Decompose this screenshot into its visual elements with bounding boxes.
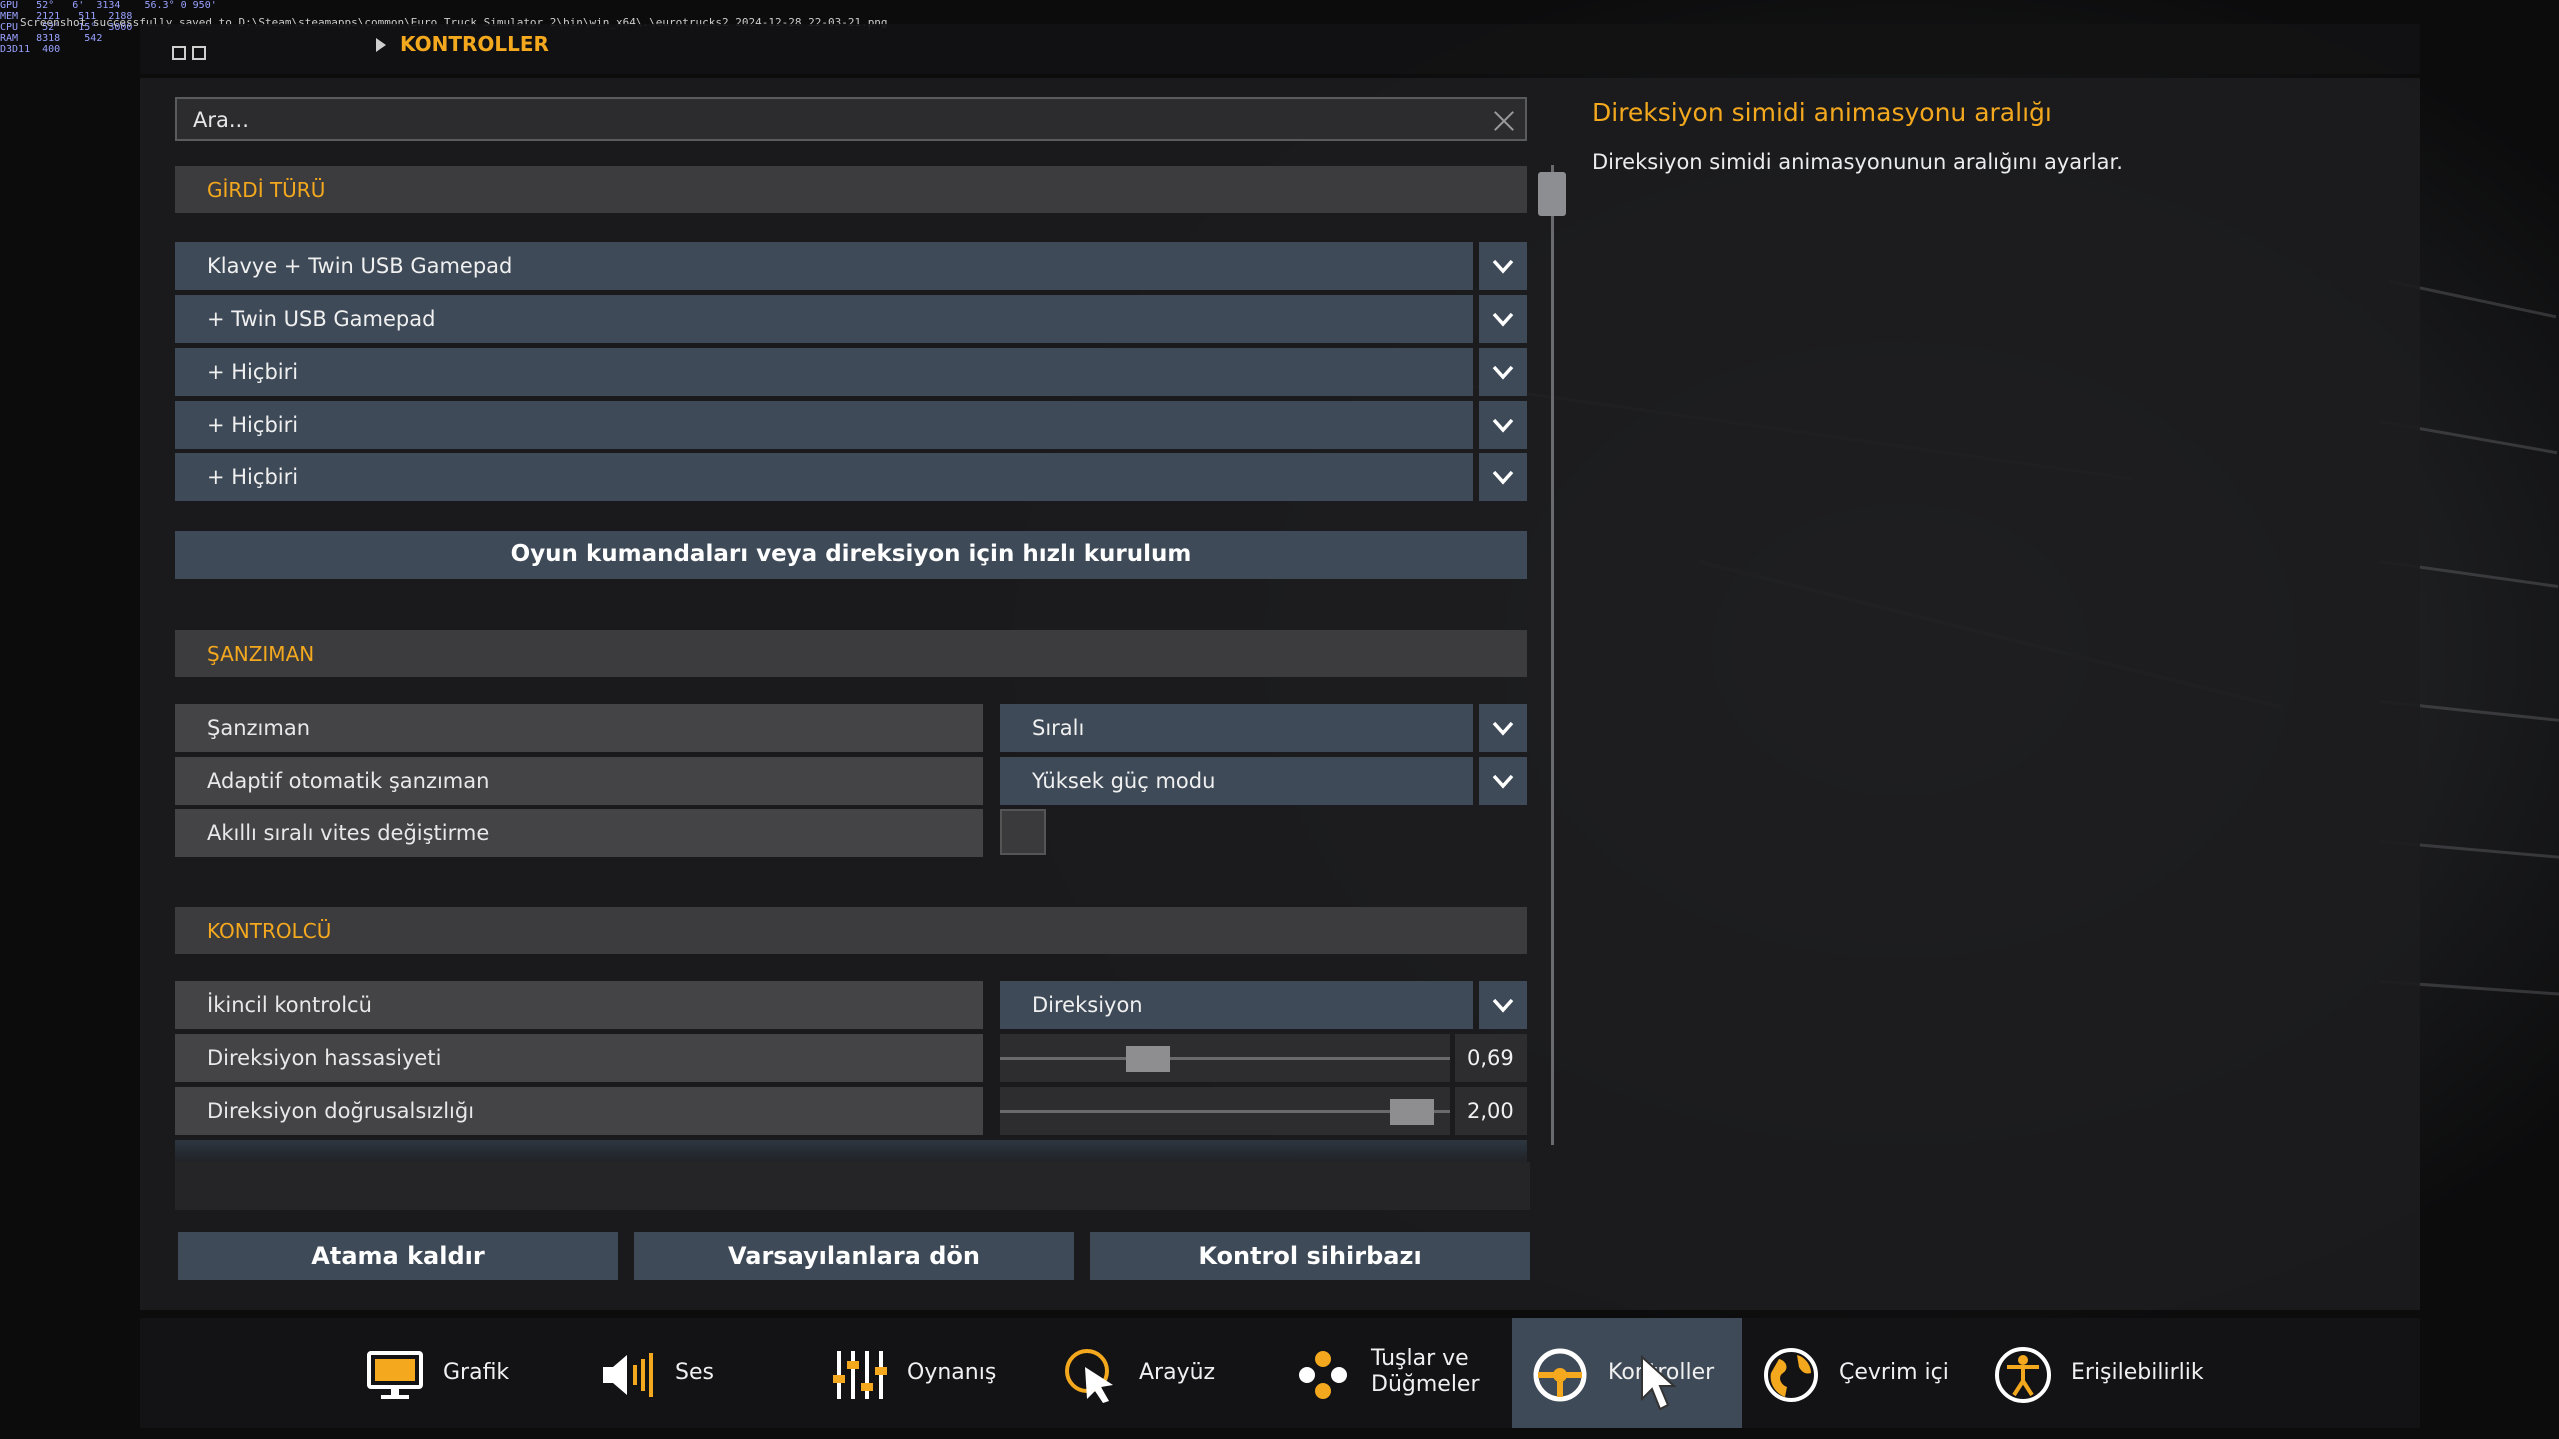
input-device-label: + Twin USB Gamepad: [207, 307, 436, 331]
section-header-controller: KONTROLCÜ: [175, 907, 1527, 954]
globe-icon: [1764, 1348, 1818, 1402]
accessibility-icon: [1995, 1347, 2051, 1403]
setting-label: Akıllı sıralı vites değiştirme: [207, 821, 490, 845]
nav-item-sound[interactable]: Ses: [597, 1318, 827, 1428]
nonlinearity-value: 2,00: [1455, 1087, 1527, 1135]
chevron-down-icon: [1492, 418, 1514, 433]
setting-label: Şanzıman: [207, 716, 311, 740]
slider-handle[interactable]: [1390, 1099, 1434, 1125]
input-device-row[interactable]: Klavye + Twin USB Gamepad: [175, 242, 1527, 290]
setting-label: Adaptif otomatik şanzıman: [207, 769, 490, 793]
steering-wheel-icon: [1533, 1348, 1587, 1402]
setting-row-transmission: Şanzıman Sıralı: [175, 704, 1527, 752]
nav-item-accessibility[interactable]: Erişilebilirlik: [1993, 1318, 2223, 1428]
help-title: Direksiyon simidi animasyonu aralığı: [1592, 98, 2052, 127]
nonlinearity-slider[interactable]: [1000, 1087, 1450, 1135]
top-bar: KONTROLLER: [140, 24, 2420, 74]
sensitivity-slider[interactable]: [1000, 1034, 1450, 1082]
speaker-icon: [603, 1353, 653, 1397]
slider-handle[interactable]: [1126, 1046, 1170, 1072]
setting-row-smart-shifting: Akıllı sıralı vites değiştirme: [175, 809, 983, 857]
setting-label: Direksiyon doğrusalsızlığı: [207, 1099, 475, 1123]
chevron-down-icon: [1492, 998, 1514, 1013]
setting-row-sensitivity: Direksiyon hassasiyeti: [175, 1034, 983, 1082]
input-device-row[interactable]: + Hiçbiri: [175, 401, 1527, 449]
nav-item-interface[interactable]: Arayüz: [1061, 1318, 1291, 1428]
quick-setup-button[interactable]: Oyun kumandaları veya direksiyon için hı…: [175, 531, 1527, 579]
setting-row-nonlinearity: Direksiyon doğrusalsızlığı: [175, 1087, 983, 1135]
nav-item-controls[interactable]: Kontroller: [1512, 1318, 1742, 1428]
buttons-icon: [1299, 1351, 1347, 1399]
unbind-button[interactable]: Atama kaldır: [178, 1232, 618, 1280]
breadcrumb-arrow-icon: [376, 38, 386, 52]
dropdown-button[interactable]: [1479, 242, 1527, 290]
chevron-down-icon: [1492, 312, 1514, 327]
chevron-down-icon: [1492, 365, 1514, 380]
scrollbar-thumb[interactable]: [1538, 172, 1566, 216]
section-header-transmission: ŞANZIMAN: [175, 630, 1527, 677]
restore-defaults-button[interactable]: Varsayılanlara dön: [634, 1232, 1074, 1280]
chevron-down-icon: [1492, 721, 1514, 736]
chevron-down-icon: [1492, 470, 1514, 485]
mouse-cursor-icon: [1641, 1355, 1677, 1411]
breadcrumb: KONTROLLER: [400, 32, 549, 56]
setting-row-secondary-controller: İkincil kontrolcü Direksiyon: [175, 981, 1527, 1029]
secondary-controller-select[interactable]: Direksiyon: [1000, 981, 1473, 1029]
monitor-icon: [367, 1351, 423, 1399]
search-placeholder: Ara...: [193, 108, 249, 132]
dropdown-button[interactable]: [1479, 757, 1527, 805]
nav-item-graphics[interactable]: Grafik: [365, 1318, 595, 1428]
dropdown-button[interactable]: [1479, 453, 1527, 501]
dropdown-button[interactable]: [1479, 704, 1527, 752]
dropdown-button[interactable]: [1479, 348, 1527, 396]
nav-item-keys-buttons[interactable]: Tuşlar ve Düğmeler: [1293, 1318, 1523, 1428]
chevron-down-icon: [1492, 259, 1514, 274]
input-device-row[interactable]: + Hiçbiri: [175, 453, 1527, 501]
input-device-label: Klavye + Twin USB Gamepad: [207, 254, 513, 278]
smart-shifting-checkbox[interactable]: [1000, 809, 1046, 855]
window-toggle-icon[interactable]: [192, 46, 206, 60]
control-wizard-button[interactable]: Kontrol sihirbazı: [1090, 1232, 1530, 1280]
adaptive-auto-select[interactable]: Yüksek güç modu: [1000, 757, 1473, 805]
input-device-label: + Hiçbiri: [207, 360, 299, 384]
list-footer: [175, 1162, 1530, 1210]
dropdown-button[interactable]: [1479, 401, 1527, 449]
sensitivity-value: 0,69: [1455, 1034, 1527, 1082]
scrollbar-track[interactable]: [1551, 165, 1554, 1145]
input-device-row[interactable]: + Twin USB Gamepad: [175, 295, 1527, 343]
transmission-select[interactable]: Sıralı: [1000, 704, 1473, 752]
pointer-icon: [1065, 1349, 1113, 1403]
clear-search-icon[interactable]: [1493, 109, 1515, 131]
nav-item-gameplay[interactable]: Oynanış: [829, 1318, 1059, 1428]
input-device-label: + Hiçbiri: [207, 413, 299, 437]
settings-nav-bar: Grafik Ses Oynanış Arayüz Tuşlar ve Düğme…: [140, 1318, 2420, 1428]
search-input[interactable]: Ara...: [175, 97, 1527, 141]
dropdown-button[interactable]: [1479, 981, 1527, 1029]
input-device-row[interactable]: + Hiçbiri: [175, 348, 1527, 396]
input-device-label: + Hiçbiri: [207, 465, 299, 489]
dropdown-button[interactable]: [1479, 295, 1527, 343]
nav-item-online[interactable]: Çevrim içi: [1761, 1318, 1991, 1428]
section-header-input-type: GİRDİ TÜRÜ: [175, 166, 1527, 213]
help-description: Direksiyon simidi animasyonunun aralığın…: [1592, 150, 2123, 174]
window-toggle-icon[interactable]: [172, 46, 186, 60]
chevron-down-icon: [1492, 774, 1514, 789]
sliders-icon: [833, 1351, 887, 1399]
setting-row-adaptive-auto: Adaptif otomatik şanzıman Yüksek güç mod…: [175, 757, 1527, 805]
setting-label: İkincil kontrolcü: [207, 993, 372, 1017]
setting-label: Direksiyon hassasiyeti: [207, 1046, 442, 1070]
